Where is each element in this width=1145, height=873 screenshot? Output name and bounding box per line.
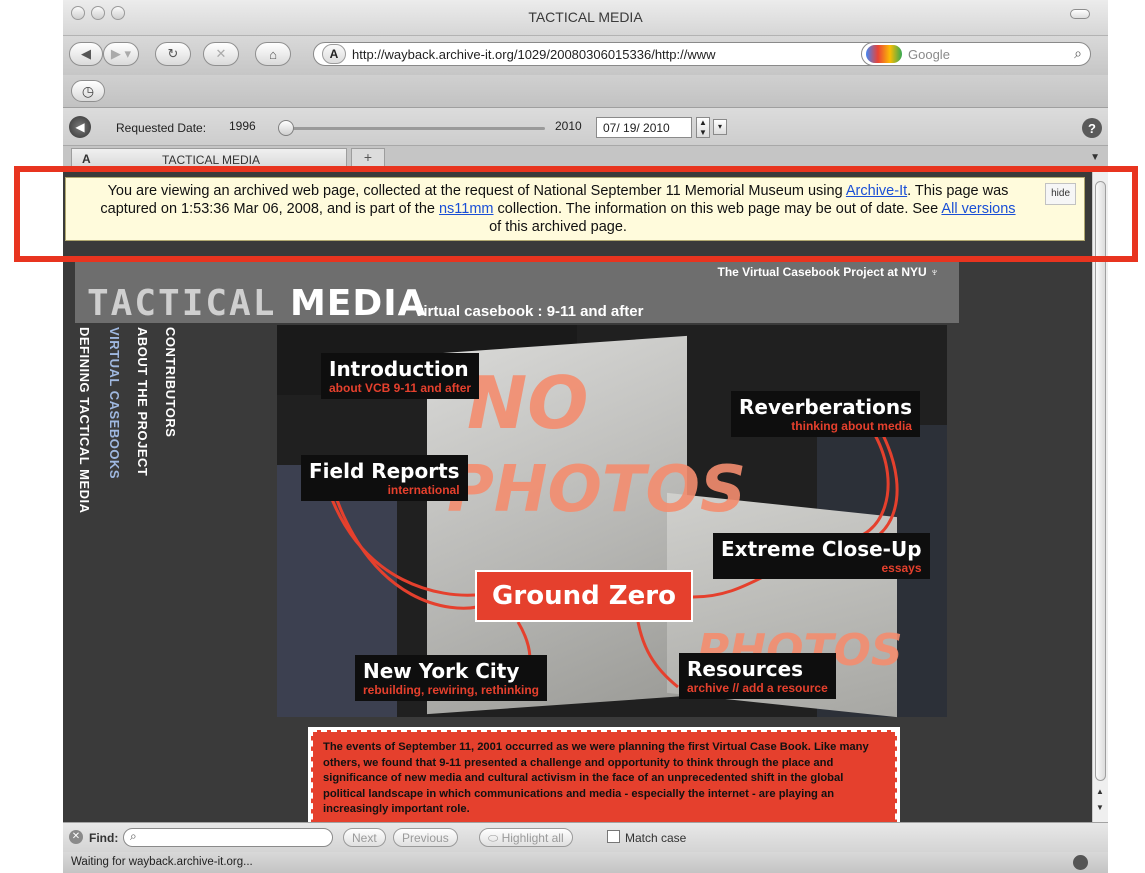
tab-list-icon[interactable]: ▼	[1090, 152, 1100, 163]
search-icon[interactable]: ⌕	[1074, 45, 1082, 62]
extreme-close-up-subtitle: essays	[881, 561, 922, 575]
home-button[interactable]: ⌂	[255, 42, 291, 66]
back-arrow-icon: ◀	[81, 46, 91, 61]
search-placeholder[interactable]: Google	[908, 47, 950, 62]
field-reports-title: Field Reports	[309, 459, 460, 483]
new-york-city-subtitle: rebuilding, rewiring, rethinking	[363, 683, 540, 697]
section-ground-zero[interactable]: Ground Zero	[475, 570, 693, 622]
section-reverberations[interactable]: Reverberations thinking about media	[731, 391, 920, 437]
toolbar-toggle-button[interactable]	[1070, 9, 1090, 19]
vertical-scrollbar[interactable]: ▲ ▼	[1092, 167, 1108, 822]
find-input[interactable]: ⌕	[123, 828, 333, 847]
match-case-label: Match case	[625, 831, 687, 845]
window-title: TACTICAL MEDIA	[528, 9, 643, 25]
search-box[interactable]: Google ⌕	[861, 42, 1091, 66]
stop-button[interactable]: ✕	[203, 42, 239, 66]
find-bar: ✕ Find: ⌕ Next Previous ⬭ Highlight all …	[63, 822, 1108, 852]
tab-title: TACTICAL MEDIA	[162, 153, 261, 167]
address-bar[interactable]: A http://wayback.archive-it.org/1029/200…	[313, 42, 905, 66]
date-stepper[interactable]: ▲ ▼	[696, 117, 710, 138]
clock-icon: ◷	[81, 82, 95, 99]
google-engine-icon[interactable]	[866, 45, 902, 63]
home-icon: ⌂	[269, 46, 277, 62]
find-label: Find:	[89, 831, 119, 845]
status-text: Waiting for wayback.archive-it.org...	[71, 856, 253, 868]
intro-paragraph: The events of September 11, 2001 occurre…	[308, 727, 900, 822]
resources-subtitle: archive // add a resource	[687, 681, 828, 695]
tab-strip: A TACTICAL MEDIA + ▼	[63, 145, 1108, 168]
forward-button[interactable]: ▶ ▾	[103, 42, 139, 66]
match-case-checkbox[interactable]	[607, 830, 620, 843]
navigation-toolbar: ◀ ▶ ▾ ↻ ✕ ⌂ A http://wayback.archive-it.…	[63, 36, 1108, 75]
section-resources[interactable]: Resources archive // add a resource	[679, 653, 836, 699]
introduction-title: Introduction	[329, 357, 469, 381]
introduction-subtitle: about VCB 9-11 and after	[329, 381, 472, 395]
slider-end-year: 2010	[555, 119, 582, 133]
resources-title: Resources	[687, 657, 804, 681]
date-slider-handle[interactable]	[278, 120, 294, 136]
back-button[interactable]: ◀	[69, 42, 103, 66]
forward-arrow-icon: ▶ ▾	[110, 46, 132, 61]
reload-icon: ↻	[167, 46, 179, 61]
find-next-button[interactable]: Next	[343, 828, 386, 847]
date-dropdown-button[interactable]: ▾	[713, 119, 727, 135]
connector-curves	[326, 434, 899, 689]
status-bar: Waiting for wayback.archive-it.org...	[63, 852, 1108, 873]
find-previous-button[interactable]: Previous	[393, 828, 458, 847]
wayback-logo-icon[interactable]: ◀	[69, 116, 91, 138]
reverberations-title: Reverberations	[739, 395, 912, 419]
site-identity-icon[interactable]: A	[322, 44, 346, 64]
date-field[interactable]: 07/ 19/ 2010	[596, 117, 692, 138]
section-new-york-city[interactable]: New York City rebuilding, rewiring, reth…	[355, 655, 548, 701]
highlight-icon: ⬭	[488, 831, 502, 845]
section-extreme-close-up[interactable]: Extreme Close-Up essays	[713, 533, 930, 579]
archive-favicon-icon: A	[82, 152, 91, 166]
extreme-close-up-title: Extreme Close-Up	[721, 537, 922, 561]
status-indicator-icon	[1073, 855, 1088, 870]
reverberations-subtitle: thinking about media	[791, 419, 912, 433]
highlight-all-button[interactable]: ⬭ Highlight all	[479, 828, 573, 847]
date-slider-track[interactable]	[285, 127, 545, 130]
new-york-city-title: New York City	[363, 659, 520, 683]
close-find-bar-icon[interactable]: ✕	[69, 830, 83, 844]
url-text[interactable]: http://wayback.archive-it.org/1029/20080…	[352, 47, 874, 62]
tab-tactical-media[interactable]: A TACTICAL MEDIA	[71, 148, 347, 168]
section-field-reports[interactable]: Field Reports international	[301, 455, 468, 501]
wayback-date-bar: ◀ Requested Date: 1996 2010 07/ 19/ 2010…	[63, 108, 1108, 145]
scroll-down-arrow-icon[interactable]: ▼	[1096, 803, 1104, 812]
field-reports-subtitle: international	[387, 483, 460, 497]
new-tab-button[interactable]: +	[351, 148, 385, 168]
stop-icon: ✕	[215, 46, 227, 61]
history-toolbar: ◷	[63, 75, 1108, 108]
slider-start-year: 1996	[229, 119, 256, 133]
reload-button[interactable]: ↻	[155, 42, 191, 66]
section-introduction[interactable]: Introduction about VCB 9-11 and after	[321, 353, 480, 399]
window-titlebar: TACTICAL MEDIA	[63, 0, 1108, 36]
page-viewport: You are viewing an archived web page, co…	[63, 167, 1108, 822]
help-icon[interactable]: ?	[1082, 118, 1102, 138]
find-search-icon: ⌕	[130, 829, 137, 843]
requested-date-label: Requested Date:	[116, 121, 207, 135]
history-button[interactable]: ◷	[71, 80, 105, 102]
scroll-up-arrow-icon[interactable]: ▲	[1096, 787, 1104, 796]
highlight-all-label: Highlight all	[501, 831, 564, 845]
scrollbar-thumb[interactable]	[1095, 181, 1106, 781]
